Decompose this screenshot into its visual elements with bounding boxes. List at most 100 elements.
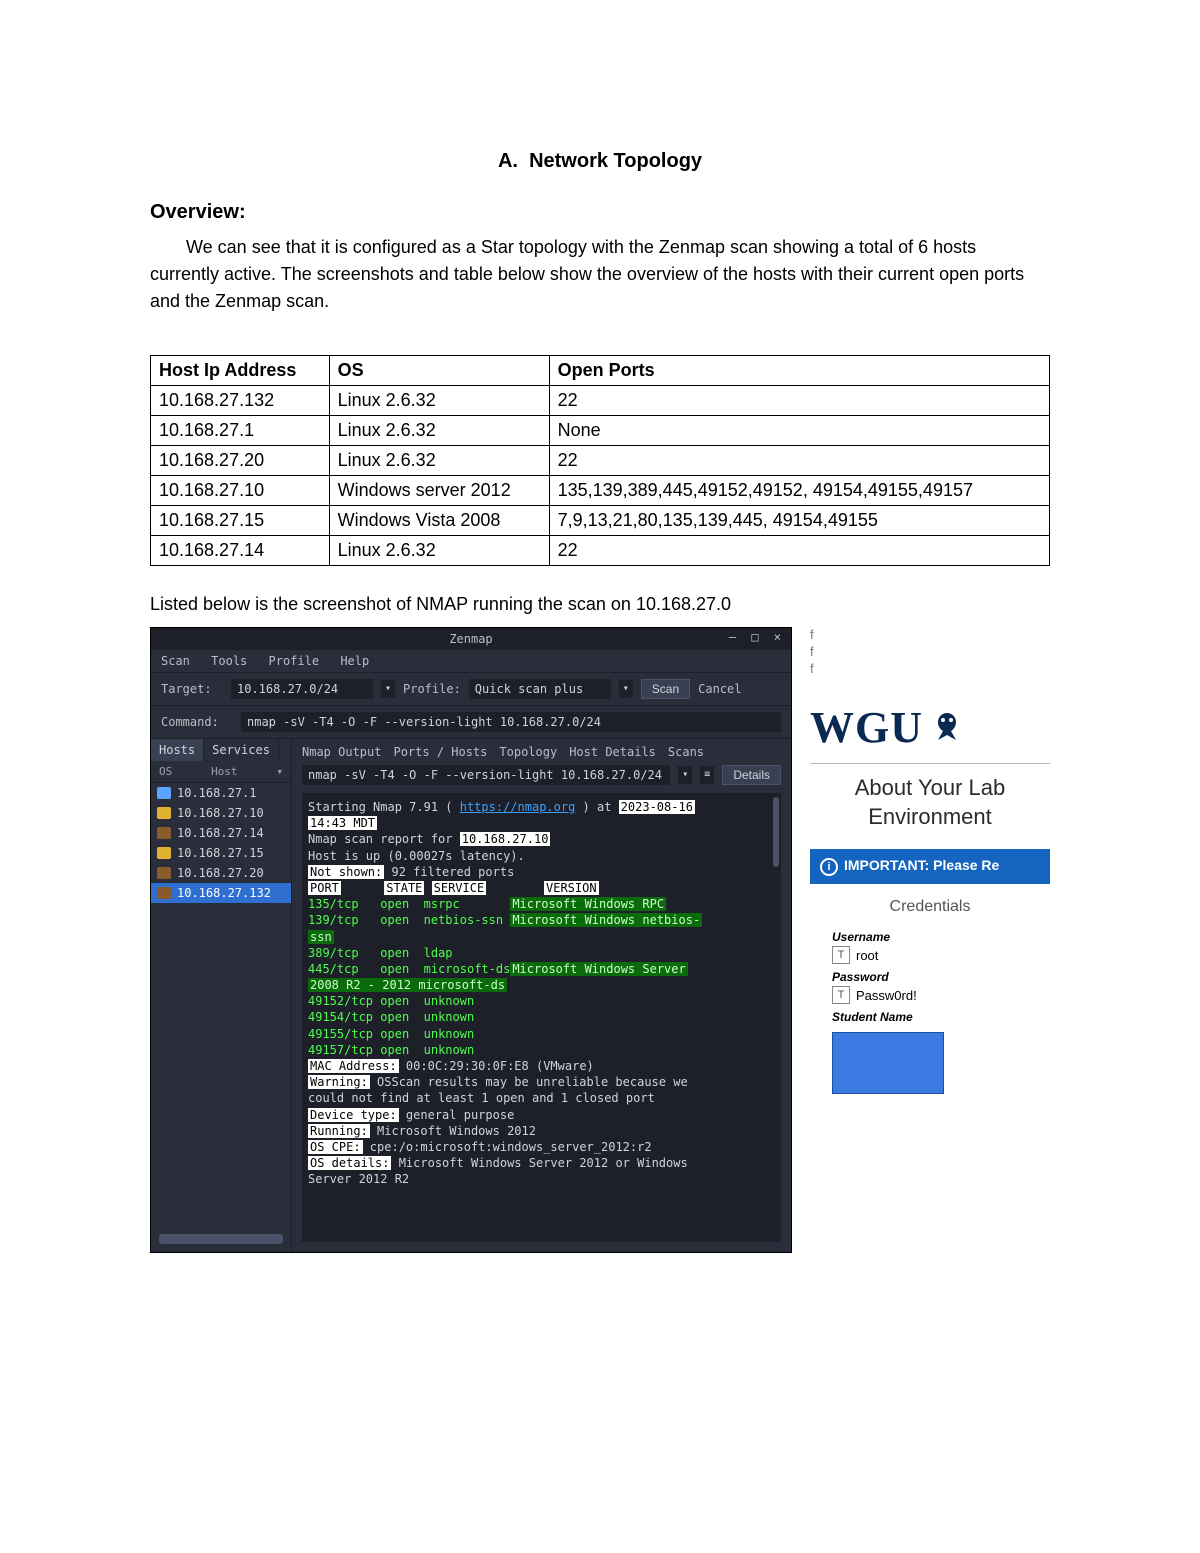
filter-menu-icon[interactable]: ≡: [700, 766, 714, 784]
student-name-label: Student Name: [832, 1010, 1050, 1024]
target-input[interactable]: [231, 679, 373, 699]
host-os-icon: [157, 847, 171, 859]
table-row: 10.168.27.14Linux 2.6.3222: [151, 536, 1050, 566]
tab-ports-hosts[interactable]: Ports / Hosts: [393, 745, 487, 759]
menu-profile[interactable]: Profile: [269, 654, 320, 668]
target-label: Target:: [161, 682, 223, 696]
sort-arrow-icon[interactable]: ▾: [276, 765, 283, 778]
section-heading: Network Topology: [529, 150, 702, 172]
password-label: Password: [832, 970, 1050, 984]
host-list-item[interactable]: 10.168.27.10: [151, 803, 291, 823]
host-list-item[interactable]: 10.168.27.1: [151, 783, 291, 803]
host-scrollbar[interactable]: [159, 1234, 283, 1244]
lab-sidebar: f f f WGU About Your Lab Environment iIM…: [810, 627, 1050, 1094]
host-os-icon: [157, 807, 171, 819]
overview-paragraph: We can see that it is configured as a St…: [150, 234, 1050, 315]
overview-heading: Overview:: [150, 201, 1050, 224]
profile-dropdown[interactable]: ▾: [619, 680, 633, 698]
host-list-item[interactable]: 10.168.27.20: [151, 863, 291, 883]
table-row: 10.168.27.132Linux 2.6.3222: [151, 386, 1050, 416]
host-ip: 10.168.27.1: [177, 786, 256, 800]
th-host: Host Ip Address: [151, 356, 330, 386]
details-button[interactable]: Details: [722, 765, 781, 785]
cancel-button[interactable]: Cancel: [698, 682, 741, 696]
profile-label: Profile:: [403, 682, 461, 696]
filter-input[interactable]: [302, 765, 670, 785]
window-title: Zenmap: [151, 632, 791, 646]
nmap-output[interactable]: Starting Nmap 7.91 ( https://nmap.org ) …: [302, 793, 781, 1242]
table-cell: 22: [549, 446, 1049, 476]
host-ip: 10.168.27.132: [177, 886, 271, 900]
tab-host-details[interactable]: Host Details: [569, 745, 656, 759]
username-value: root: [856, 948, 878, 963]
target-dropdown[interactable]: ▾: [381, 680, 395, 698]
copy-icon[interactable]: T: [832, 946, 850, 964]
info-icon: i: [820, 858, 838, 876]
credentials-heading: Credentials: [810, 898, 1050, 916]
table-cell: 10.168.27.132: [151, 386, 330, 416]
table-cell: None: [549, 416, 1049, 446]
menubar: Scan Tools Profile Help: [151, 650, 791, 673]
table-cell: Linux 2.6.32: [329, 386, 549, 416]
host-ip: 10.168.27.14: [177, 826, 264, 840]
table-header-row: Host Ip Address OS Open Ports: [151, 356, 1050, 386]
table-cell: 135,139,389,445,49152,49152, 49154,49155…: [549, 476, 1049, 506]
col-host[interactable]: Host: [211, 765, 238, 778]
table-cell: 10.168.27.1: [151, 416, 330, 446]
output-scrollbar[interactable]: [773, 797, 779, 867]
host-ip: 10.168.27.20: [177, 866, 264, 880]
table-cell: 22: [549, 386, 1049, 416]
table-cell: Linux 2.6.32: [329, 446, 549, 476]
table-row: 10.168.27.10Windows server 2012135,139,3…: [151, 476, 1050, 506]
tab-services[interactable]: Services: [204, 739, 279, 761]
menu-help[interactable]: Help: [340, 654, 369, 668]
screenshot-caption: Listed below is the screenshot of NMAP r…: [150, 594, 1050, 615]
hosts-table: Host Ip Address OS Open Ports 10.168.27.…: [150, 355, 1050, 566]
menu-tools[interactable]: Tools: [211, 654, 247, 668]
table-cell: 22: [549, 536, 1049, 566]
table-cell: Windows Vista 2008: [329, 506, 549, 536]
student-name-box[interactable]: [832, 1032, 944, 1094]
edge-letter: f: [810, 627, 1050, 642]
important-text: IMPORTANT: Please Re: [844, 857, 999, 873]
host-ip: 10.168.27.15: [177, 846, 264, 860]
window-buttons[interactable]: – □ ×: [729, 630, 785, 644]
divider: [810, 763, 1050, 764]
table-cell: 10.168.27.20: [151, 446, 330, 476]
table-cell: 10.168.27.15: [151, 506, 330, 536]
profile-input[interactable]: [469, 679, 611, 699]
table-cell: 10.168.27.14: [151, 536, 330, 566]
menu-scan[interactable]: Scan: [161, 654, 190, 668]
th-ports: Open Ports: [549, 356, 1049, 386]
tab-topology[interactable]: Topology: [499, 745, 557, 759]
owl-icon: [929, 710, 965, 746]
host-os-icon: [157, 787, 171, 799]
username-label: Username: [832, 930, 1050, 944]
table-cell: Linux 2.6.32: [329, 416, 549, 446]
host-os-icon: [157, 827, 171, 839]
host-list-item[interactable]: 10.168.27.15: [151, 843, 291, 863]
edge-letter: f: [810, 644, 1050, 659]
host-os-icon: [157, 867, 171, 879]
col-os[interactable]: OS: [159, 765, 172, 778]
table-row: 10.168.27.1Linux 2.6.32None: [151, 416, 1050, 446]
copy-icon[interactable]: T: [832, 986, 850, 1004]
table-cell: 10.168.27.10: [151, 476, 330, 506]
edge-letter: f: [810, 661, 1050, 676]
host-list-item[interactable]: 10.168.27.14: [151, 823, 291, 843]
tab-nmap-output[interactable]: Nmap Output: [302, 745, 381, 759]
host-ip: 10.168.27.10: [177, 806, 264, 820]
scan-button[interactable]: Scan: [641, 679, 690, 699]
important-banner[interactable]: i IMPORTANT: Please Re: [810, 849, 1050, 884]
host-list-item[interactable]: 10.168.27.132: [151, 883, 291, 903]
th-os: OS: [329, 356, 549, 386]
tab-scans[interactable]: Scans: [668, 745, 704, 759]
command-label: Command:: [161, 715, 233, 729]
command-input[interactable]: [241, 712, 781, 732]
tab-hosts[interactable]: Hosts: [151, 739, 204, 761]
about-heading: About Your Lab Environment: [810, 774, 1050, 831]
section-letter: A.: [498, 150, 518, 172]
table-cell: 7,9,13,21,80,135,139,445, 49154,49155: [549, 506, 1049, 536]
filter-dropdown[interactable]: ▾: [678, 766, 692, 784]
password-value: Passw0rd!: [856, 988, 917, 1003]
